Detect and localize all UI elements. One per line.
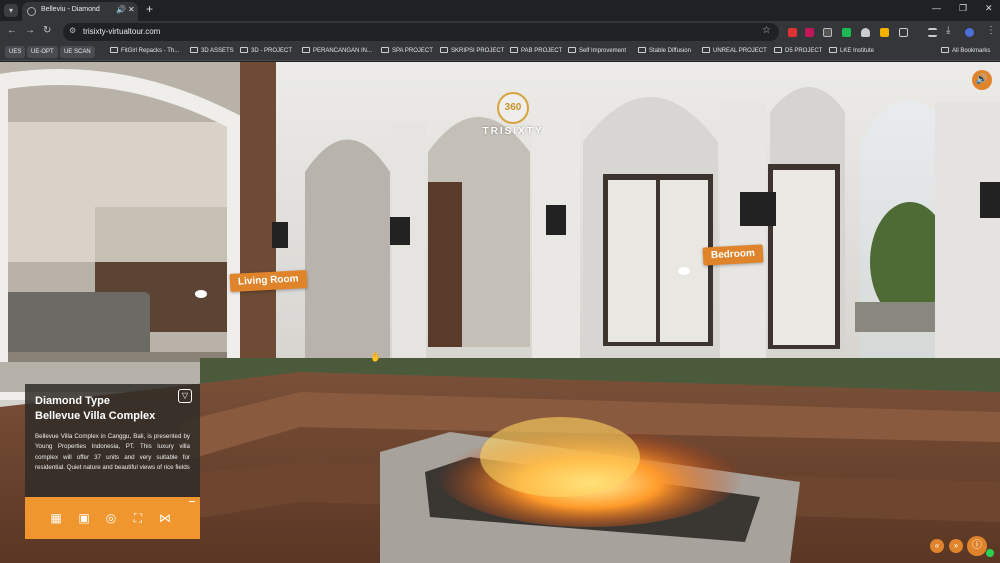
hotspot-bedroom-dot[interactable] bbox=[678, 267, 690, 275]
tour-menu-bar: ▦ ▣ ◎ ⛶ ⋈ bbox=[25, 497, 200, 539]
bookmark-folder[interactable]: PAB PROJECT bbox=[510, 47, 562, 54]
site-info-icon[interactable]: ⚙ bbox=[69, 26, 76, 35]
logo-wordmark: TRISIXTY bbox=[482, 126, 544, 137]
bookmark-folder[interactable]: D5 PROJECT bbox=[774, 47, 822, 54]
speaker-icon[interactable]: 🔊 bbox=[972, 70, 992, 90]
bookmark-chip[interactable]: UE-OPT bbox=[27, 46, 58, 58]
prev-arrow-icon[interactable]: « bbox=[930, 539, 944, 553]
bookmarks-bar: UES UE-OPT UE SCAN FitGirl Repacks - Th.… bbox=[0, 43, 1000, 61]
extension-icon[interactable] bbox=[805, 28, 814, 37]
bookmark-folder[interactable]: LKE Institute bbox=[829, 47, 874, 54]
puzzle-icon[interactable] bbox=[899, 28, 908, 37]
chevron-down-icon[interactable]: ▽ bbox=[178, 389, 192, 403]
back-icon[interactable]: ← bbox=[7, 25, 17, 37]
tab-close-icon[interactable]: ✕ bbox=[128, 5, 135, 14]
url-text[interactable]: trisixty-virtualtour.com bbox=[83, 27, 160, 36]
property-type: Diamond Type bbox=[35, 395, 110, 407]
shield-icon[interactable] bbox=[861, 28, 870, 37]
bookmark-folder[interactable]: PERANCANGAN IN... bbox=[302, 47, 372, 54]
next-arrow-icon[interactable]: » bbox=[949, 539, 963, 553]
reload-icon[interactable]: ↻ bbox=[43, 25, 51, 37]
hotspot-bedroom[interactable]: Bedroom bbox=[702, 244, 764, 266]
forward-icon[interactable]: → bbox=[25, 25, 35, 37]
hotspot-living-room-dot[interactable] bbox=[195, 290, 207, 298]
active-tab[interactable]: Belleviu - Diamond 🔊 ✕ bbox=[22, 2, 138, 21]
bookmark-folder[interactable]: 3D ASSETS bbox=[190, 47, 234, 54]
all-bookmarks-button[interactable]: All Bookmarks bbox=[941, 47, 990, 54]
download-icon[interactable]: ⤓ bbox=[946, 25, 950, 37]
status-indicator bbox=[986, 549, 994, 557]
restore-button[interactable]: ❐ bbox=[959, 3, 967, 14]
tab-strip: ▾ Belleviu - Diamond 🔊 ✕ + — ❐ ✕ bbox=[0, 0, 1000, 21]
grid-icon[interactable]: ▦ bbox=[49, 511, 63, 525]
bookmark-folder[interactable]: UNREAL PROJECT bbox=[702, 47, 767, 54]
extension-icon[interactable] bbox=[823, 28, 832, 37]
property-name: Bellevue Villa Complex bbox=[35, 410, 156, 422]
browser-toolbar: ← → ↻ ⚙ trisixty-virtualtour.com ☆ ⤓ ⋮ bbox=[0, 21, 1000, 43]
hand-cursor-icon: ✋ bbox=[370, 352, 382, 362]
bookmark-chip[interactable]: UES bbox=[5, 46, 26, 58]
new-tab-button[interactable]: + bbox=[146, 3, 153, 15]
bookmark-chip[interactable]: UE SCAN bbox=[60, 46, 95, 58]
floorplan-icon[interactable]: ▣ bbox=[77, 511, 91, 525]
extension-icon[interactable] bbox=[788, 28, 797, 37]
tab-group-icon[interactable] bbox=[928, 28, 937, 37]
bookmark-folder[interactable]: SKRIPSI PROJECT bbox=[440, 47, 504, 54]
tab-audio-icon[interactable]: 🔊 bbox=[116, 5, 126, 14]
extension-icon[interactable] bbox=[842, 28, 851, 37]
tab-favicon-icon bbox=[27, 7, 36, 16]
bookmark-link[interactable]: FitGirl Repacks - Th... bbox=[110, 47, 179, 54]
logo-badge: 360 bbox=[497, 92, 529, 124]
bookmark-folder[interactable]: 3D - PROJECT bbox=[240, 47, 292, 54]
bookmark-folder[interactable]: Self Improvement bbox=[568, 47, 626, 54]
trisixty-logo: 360 TRISIXTY bbox=[478, 92, 548, 137]
profile-avatar[interactable] bbox=[965, 28, 974, 37]
bookmark-star-icon[interactable]: ☆ bbox=[762, 25, 771, 36]
address-bar[interactable]: ⚙ trisixty-virtualtour.com ☆ bbox=[63, 23, 779, 41]
property-info-panel: Diamond Type Bellevue Villa Complex Bell… bbox=[25, 384, 200, 497]
tab-title: Belleviu - Diamond bbox=[41, 6, 100, 13]
minimize-menu-icon[interactable] bbox=[189, 501, 195, 502]
virtual-tour-viewport[interactable]: 360 TRISIXTY Living Room Bedroom 🔊 ✋ Dia… bbox=[0, 62, 1000, 563]
bookmark-folder[interactable]: SPA PROJECT bbox=[381, 47, 433, 54]
tab-search-button[interactable]: ▾ bbox=[4, 4, 18, 17]
minimize-button[interactable]: — bbox=[932, 3, 941, 13]
fullscreen-icon[interactable]: ⛶ bbox=[131, 511, 145, 525]
bookmark-folder[interactable]: Stable Diffusion bbox=[638, 47, 691, 54]
share-icon[interactable]: ⋈ bbox=[158, 511, 172, 525]
close-window-button[interactable]: ✕ bbox=[985, 3, 993, 14]
kebab-menu-icon[interactable]: ⋮ bbox=[986, 25, 996, 37]
vr-headset-icon[interactable]: ◎ bbox=[104, 511, 118, 525]
info-icon[interactable]: ⓘ bbox=[967, 536, 987, 556]
property-description: Bellevue Villa Complex in Canggu, Bali, … bbox=[35, 433, 190, 472]
extension-icon[interactable] bbox=[880, 28, 889, 37]
